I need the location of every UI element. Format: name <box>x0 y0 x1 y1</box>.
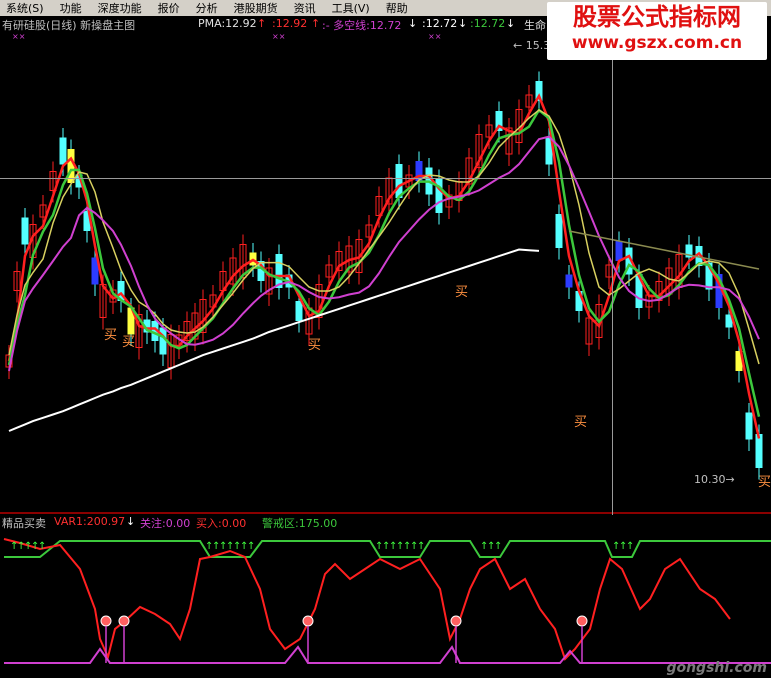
buy-marker-2 <box>302 615 314 627</box>
alert-arrow-icon: ↑ <box>417 541 425 552</box>
watermark-bottom: gongshi.com <box>666 660 767 676</box>
sub-indicator-chart: ↑↑↑↑↑ ↑↑↑↑↑↑↑ ↑↑↑↑↑↑↑ ↑↑↑ ↑↑↑ <box>3 538 771 664</box>
cross-mark-1: ×× <box>272 32 285 41</box>
duokong-arrow-icon: ↓ <box>408 17 418 30</box>
buy-marker-4 <box>576 615 588 627</box>
val4-arrow-icon: ↓ <box>458 17 468 30</box>
candle-body <box>21 217 29 245</box>
menu-item-4[interactable]: 分析 <box>190 0 228 16</box>
candle-body <box>295 301 303 321</box>
menu-item-8[interactable]: 帮助 <box>380 0 418 16</box>
menu-item-6[interactable]: 资讯 <box>288 0 326 16</box>
panel-divider <box>0 512 771 514</box>
crosshair-vertical <box>612 31 613 515</box>
val5-arrow-icon: ↓ <box>506 17 516 30</box>
candle-body <box>395 164 403 198</box>
alert-arrow-icon: ↑ <box>247 541 255 552</box>
candle-body <box>755 434 763 468</box>
yellow-ma-line <box>8 109 760 365</box>
cross-mark-0: ×× <box>12 32 25 41</box>
menu-item-1[interactable]: 功能 <box>54 0 92 16</box>
watermark-logo: 股票公式指标网 www.gszx.com.cn <box>547 2 767 60</box>
buy-signal-5: 买 <box>758 475 771 490</box>
buy-signal-4: 买 <box>574 415 587 430</box>
watermark-title: 股票公式指标网 <box>573 3 741 31</box>
buy-signal-2: 买 <box>308 338 321 353</box>
val2-arrow-icon: ↑ <box>311 17 321 30</box>
watermark-url: www.gszx.com.cn <box>571 33 743 53</box>
buy-signal-3: 买 <box>455 285 468 300</box>
val4-value: :12.72 <box>422 17 458 30</box>
main-candlestick-chart: ← 15.3410.30→买买买买买买×× ×× ×× <box>5 32 771 490</box>
guanzhu-line <box>4 645 771 664</box>
buy-signal-0: 买 <box>104 328 117 343</box>
menu-item-5[interactable]: 港股期货 <box>228 0 288 16</box>
alert-arrow-icon: ↑ <box>38 541 46 552</box>
candles-group <box>5 71 763 480</box>
buy-marker-1 <box>118 615 130 627</box>
menu-item-3[interactable]: 报价 <box>152 0 190 16</box>
low-price-label: 10.30→ <box>694 473 735 486</box>
val5-value: :12.72 <box>470 17 506 30</box>
candle-body <box>745 412 753 440</box>
candle-body <box>59 137 67 165</box>
menu-item-7[interactable]: 工具(V) <box>326 0 380 16</box>
menu-item-2[interactable]: 深度功能 <box>92 0 152 16</box>
olive-ma-line <box>568 230 760 270</box>
menu-item-0[interactable]: 系统(S) <box>0 0 54 16</box>
candle-body <box>615 241 623 261</box>
alert-arrow-icon: ↑ <box>626 541 634 552</box>
crosshair-horizontal <box>0 178 771 179</box>
buy-signal-1: 买 <box>122 335 135 350</box>
buy-marker-3 <box>450 615 462 627</box>
candle-body <box>159 327 167 355</box>
candle-body <box>555 214 563 248</box>
buy-marker-0 <box>100 615 112 627</box>
val2-value: :12.92 <box>272 17 308 30</box>
candle-body <box>565 274 573 288</box>
var1-value: VAR1:200.97 <box>54 515 126 528</box>
var1-arrow-icon: ↓ <box>126 515 136 528</box>
cross-mark-2: ×× <box>428 32 441 41</box>
pma-arrow-icon: ↑ <box>257 17 267 30</box>
candle-body <box>275 254 283 288</box>
alert-arrow-icon: ↑ <box>494 541 502 552</box>
pma-value: PMA:12.92 <box>198 17 257 30</box>
